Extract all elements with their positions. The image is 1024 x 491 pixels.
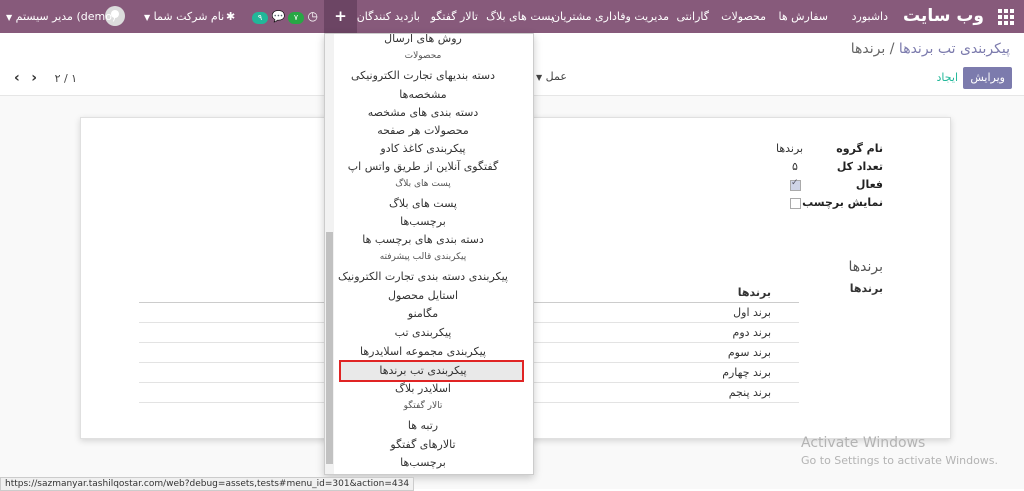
menu-orders[interactable]: سفارش ها	[778, 0, 828, 33]
brand-name-cell: برند سوم	[727, 346, 771, 359]
dropdown-item[interactable]: برچسب‌ها	[325, 215, 521, 228]
messages-count-badge: ۹	[252, 12, 268, 24]
menu-loyalty[interactable]: مدیریت وفاداری مشتریان	[552, 0, 669, 33]
show-tag-checkbox[interactable]	[790, 198, 801, 209]
chevron-left-icon[interactable]: ‹	[14, 70, 20, 86]
dropdown-item[interactable]: روش های ارسال	[325, 34, 521, 45]
activate-windows-title: Activate Windows	[801, 435, 926, 451]
dropdown-item[interactable]: برچسب‌ها	[325, 456, 521, 469]
caret-down-icon: ▼	[536, 73, 543, 82]
menu-dashboard[interactable]: داشبورد	[852, 0, 888, 33]
dropdown-item[interactable]: رتبه ها	[325, 419, 521, 432]
activate-windows-subtitle: Go to Settings to activate Windows.	[801, 454, 999, 467]
brand-name-cell: برند چهارم	[722, 366, 771, 379]
field-label-active: فعال	[855, 178, 883, 191]
menu-visitors[interactable]: بازدید کنندگان	[357, 0, 420, 33]
breadcrumb-parent[interactable]: پیکربندی تب برندها	[899, 41, 1010, 57]
dropdown-item[interactable]: دسته بندی های مشخصه	[325, 106, 521, 119]
column-header-brands[interactable]: برندها	[738, 286, 771, 299]
messages-button[interactable]: ۹ 💬	[252, 0, 285, 33]
dropdown-item[interactable]: پیکربندی کاغذ کادو	[325, 142, 521, 155]
pager-value[interactable]: ۲ / ۱	[55, 72, 78, 85]
field-label-total-count: تعداد کل	[836, 160, 883, 173]
dropdown-item[interactable]: گفتگوی آنلاین از طریق واتس اپ	[325, 160, 521, 173]
brand-name-cell: برند دوم	[732, 326, 771, 339]
breadcrumb-separator: /	[889, 41, 895, 57]
activity-count-badge: ۷	[288, 12, 304, 24]
field-label-group-name: نام گروه	[836, 142, 883, 155]
dropdown-item[interactable]: تالارهای گفتگو	[325, 438, 521, 451]
menu-blog-posts[interactable]: پست های بلاگ	[486, 0, 554, 33]
breadcrumb: پیکربندی تب برندها / برندها	[851, 41, 1010, 57]
action-dropdown[interactable]: ▼ عمل	[536, 70, 567, 83]
caret-down-icon: ▼	[144, 13, 151, 22]
company-label: نام شرکت شما	[153, 10, 225, 23]
breadcrumb-current: برندها	[850, 41, 886, 57]
dropdown-item[interactable]: دسته بندی های برچسب ها	[325, 233, 521, 246]
field-value-group-name: برندها	[776, 142, 804, 155]
dropdown-item[interactable]: مگامنو	[325, 307, 521, 320]
dropdown-section-header: پیکربندی قالب پیشرفته	[379, 252, 467, 262]
clock-icon: ◷	[307, 9, 318, 23]
dropdown-item[interactable]: پیکربندی دسته بندی تجارت الکترونیک	[325, 270, 521, 283]
edit-button[interactable]: ویرایش	[963, 67, 1012, 89]
menu-products[interactable]: محصولات	[721, 0, 766, 33]
dropdown-item-brands-tab-config[interactable]: پیکربندی تب برندها	[325, 364, 521, 377]
create-button[interactable]: ایجاد	[937, 67, 958, 89]
field-value-total-count: ۵	[792, 160, 798, 173]
app-brand[interactable]: وب سایت	[903, 0, 984, 33]
configuration-dropdown-menu: روش های ارسال محصولات دسته بندیهای تجارت ا…	[324, 33, 534, 475]
chevron-right-icon[interactable]: ›	[31, 70, 37, 86]
debug-bug-icon[interactable]: ✱	[226, 0, 235, 33]
dropdown-item[interactable]: مشخصه‌ها	[325, 88, 521, 101]
activity-button[interactable]: ۷ ◷	[288, 0, 318, 33]
chat-icon: 💬	[271, 10, 286, 23]
dropdown-item[interactable]: پیکربندی تب	[325, 326, 521, 339]
brand-name-cell: برند پنجم	[728, 386, 771, 399]
dropdown-section-header: تالار گفتگو	[403, 401, 443, 411]
active-checkbox[interactable]	[790, 178, 801, 191]
dropdown-item[interactable]: استایل محصول	[325, 289, 521, 302]
dropdown-section-header: محصولات	[404, 51, 442, 61]
brand-name-cell: برند اول	[733, 306, 771, 319]
action-label: عمل	[545, 70, 567, 83]
dropdown-item[interactable]: اسلایدر بلاگ	[325, 382, 521, 395]
brands-field-label: برندها	[849, 282, 883, 295]
apps-menu-icon[interactable]	[998, 9, 1014, 25]
add-menu-button[interactable]: +	[324, 0, 357, 33]
field-label-show-tag: نمایش برچسب	[802, 196, 883, 209]
menu-forum[interactable]: تالار گفتگو	[431, 0, 478, 33]
dropdown-item[interactable]: دسته بندیهای تجارت الکترونیکی	[325, 69, 521, 82]
pager: ‹ › ۲ / ۱	[14, 70, 77, 86]
dropdown-item[interactable]: پیکربندی مجموعه اسلایدرها	[325, 345, 521, 358]
caret-down-icon: ▼	[6, 13, 13, 22]
user-menu[interactable]: ▼ مدیر سیستم (demo)	[6, 0, 116, 33]
company-switcher[interactable]: ▼ نام شرکت شما	[144, 0, 224, 33]
section-title: برندها	[848, 259, 883, 275]
dropdown-item[interactable]: پست های بلاگ	[325, 197, 521, 210]
dropdown-section-header: پست های بلاگ	[395, 179, 451, 189]
dropdown-item[interactable]: محصولات هر صفحه	[325, 124, 521, 137]
top-navbar: وب سایت داشبورد سفارش ها محصولات گارانتی…	[0, 0, 1024, 33]
menu-warranty[interactable]: گارانتی	[676, 0, 709, 33]
user-label: مدیر سیستم (demo)	[15, 10, 117, 23]
